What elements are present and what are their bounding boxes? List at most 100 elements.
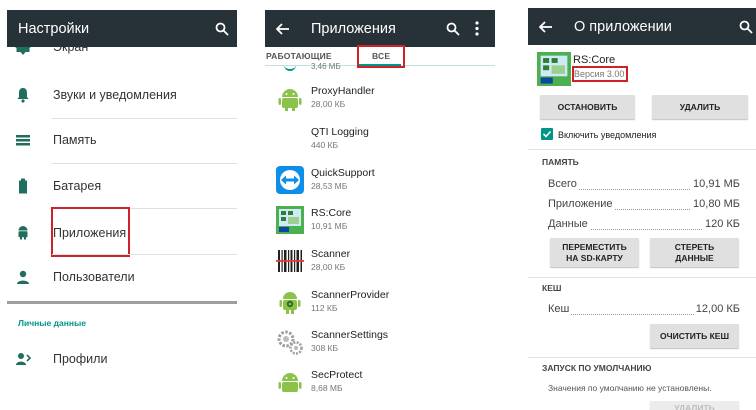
app-size: 112 КБ bbox=[311, 303, 338, 313]
uninstall-button[interactable]: УДАЛИТЬ bbox=[652, 95, 748, 119]
settings-item-users[interactable]: Пользователи bbox=[7, 255, 237, 300]
settings-title-overlay: Настройки bbox=[18, 21, 90, 37]
move-to-sd-button[interactable]: ПЕРЕМЕСТИТЬ НА SD-КАРТУ bbox=[550, 238, 639, 267]
search-icon[interactable] bbox=[446, 22, 460, 36]
memory-label: Всего bbox=[548, 178, 579, 190]
memory-value: 10,91 МБ bbox=[691, 178, 740, 190]
clear-data-label-1: СТЕРЕТЬ bbox=[674, 242, 715, 252]
teamviewer-icon bbox=[276, 166, 304, 194]
memory-row-app: Приложение 10,80 МБ bbox=[548, 198, 740, 212]
cache-row: Кеш 12,00 КБ bbox=[548, 303, 740, 317]
highlight-box-version bbox=[572, 66, 628, 82]
app-item-scannersettings[interactable]: ScannerSettings 308 КБ bbox=[265, 322, 495, 362]
move-to-sd-label-1: ПЕРЕМЕСТИТЬ bbox=[562, 242, 627, 252]
app-size: 10,91 МБ bbox=[311, 221, 348, 231]
android-icon bbox=[278, 373, 302, 392]
settings-item-sounds[interactable]: Звуки и уведомления bbox=[7, 73, 237, 118]
search-icon[interactable] bbox=[215, 22, 229, 36]
notifications-checkbox[interactable] bbox=[541, 128, 553, 140]
app-item-proxyhandler[interactable]: ProxyHandler 28,00 КБ bbox=[265, 78, 495, 118]
memory-row-total: Всего 10,91 МБ bbox=[548, 178, 740, 192]
android-icon bbox=[278, 89, 302, 111]
app-item-scanner[interactable]: Scanner 28,00 КБ bbox=[265, 241, 495, 281]
battery-icon bbox=[19, 178, 27, 194]
settings-item-label: Пользователи bbox=[53, 270, 135, 284]
section-divider bbox=[7, 301, 237, 304]
gears-icon bbox=[277, 330, 303, 355]
divider bbox=[528, 357, 756, 358]
move-to-sd-label-2: НА SD-КАРТУ bbox=[566, 253, 623, 263]
barcode-icon bbox=[276, 250, 304, 272]
settings-item-profiles[interactable]: Профили bbox=[7, 337, 237, 382]
app-item-qti-logging[interactable]: QTI Logging 440 КБ bbox=[265, 119, 495, 159]
app-name: QTI Logging bbox=[311, 126, 369, 138]
back-arrow-icon[interactable] bbox=[539, 21, 553, 33]
tab-running[interactable]: РАБОТАЮЩИЕ bbox=[266, 51, 332, 61]
default-launch-text: Значения по умолчанию не установлены. bbox=[548, 383, 712, 393]
divider bbox=[528, 149, 756, 150]
cache-section-label: КЕШ bbox=[542, 283, 562, 293]
personal-data-section-label: Личные данные bbox=[18, 318, 86, 328]
app-info-screen: О приложении RS:Core Версия 3.00 ОСТАНОВ… bbox=[528, 0, 756, 410]
settings-item-label: Батарея bbox=[53, 179, 102, 193]
apps-toolbar: Приложения bbox=[265, 10, 495, 47]
app-item-quicksupport[interactable]: QuickSupport 28,53 МБ bbox=[265, 160, 495, 200]
memory-label: Данные bbox=[548, 218, 590, 230]
more-vert-icon[interactable] bbox=[475, 21, 479, 36]
settings-item-label: Память bbox=[53, 133, 97, 147]
person-icon bbox=[17, 270, 29, 284]
settings-item-label: Профили bbox=[53, 352, 108, 366]
app-name: Scanner bbox=[311, 248, 351, 260]
settings-screen: Настройки Экран Настройки Звуки и уведом… bbox=[7, 0, 237, 410]
clear-data-button[interactable]: СТЕРЕТЬ ДАННЫЕ bbox=[650, 238, 739, 267]
cache-value: 12,00 КБ bbox=[693, 303, 740, 315]
settings-item-battery[interactable]: Батарея bbox=[7, 164, 237, 209]
app-item-scannerprovider[interactable]: ScannerProvider 112 КБ bbox=[265, 282, 495, 322]
memory-value: 10,80 МБ bbox=[691, 198, 740, 210]
app-size: 28,00 КБ bbox=[311, 99, 346, 109]
app-size: 440 КБ bbox=[311, 140, 339, 150]
app-info-title: О приложении bbox=[574, 19, 672, 35]
app-size: 28,53 МБ bbox=[311, 181, 348, 191]
app-item-rscore[interactable]: RS:Core 10,91 МБ bbox=[265, 200, 495, 240]
bell-icon bbox=[17, 88, 29, 103]
back-arrow-icon[interactable] bbox=[276, 23, 290, 35]
app-name: ScannerSettings bbox=[311, 329, 389, 341]
app-name: QuickSupport bbox=[311, 167, 375, 179]
app-info-name: RS:Core bbox=[573, 54, 616, 66]
settings-toolbar-overlay: Настройки bbox=[7, 10, 237, 47]
partial-app-size: 3,46 МБ bbox=[311, 62, 341, 71]
default-launch-section-label: ЗАПУСК ПО УМОЛЧАНИЮ bbox=[542, 363, 652, 373]
highlight-box-all-tab bbox=[357, 45, 405, 68]
apps-screen: Приложения РАБОТАЮЩИЕ ВСЕ 3,46 МБ ProxyH… bbox=[265, 0, 495, 410]
blank-icon bbox=[276, 125, 304, 153]
app-info-toolbar: О приложении bbox=[528, 8, 756, 45]
app-name: ProxyHandler bbox=[311, 85, 375, 97]
settings-item-label: Звуки и уведомления bbox=[53, 88, 177, 102]
clear-defaults-button[interactable]: УДАЛИТЬ bbox=[650, 401, 739, 410]
rscore-icon bbox=[537, 52, 571, 86]
memory-value: 120 КБ bbox=[702, 218, 740, 230]
app-name: SecProtect bbox=[311, 369, 363, 381]
rscore-icon bbox=[276, 206, 304, 234]
memory-section-label: ПАМЯТЬ bbox=[542, 157, 579, 167]
divider bbox=[528, 277, 756, 278]
app-name: ScannerProvider bbox=[311, 289, 390, 301]
search-icon[interactable] bbox=[739, 20, 753, 34]
android-icon bbox=[18, 226, 28, 240]
clear-data-label-2: ДАННЫЕ bbox=[675, 253, 714, 263]
cache-label: Кеш bbox=[548, 303, 572, 315]
settings-item-storage[interactable]: Память bbox=[7, 118, 237, 163]
force-stop-button[interactable]: ОСТАНОВИТЬ bbox=[540, 95, 635, 119]
profiles-icon bbox=[16, 353, 31, 365]
memory-row-data: Данные 120 КБ bbox=[548, 218, 740, 232]
app-item-secprotect[interactable]: SecProtect 8,68 МБ bbox=[265, 362, 495, 402]
partial-app-icon bbox=[284, 64, 296, 71]
app-size: 308 КБ bbox=[311, 343, 339, 353]
app-name: RS:Core bbox=[311, 207, 352, 219]
app-size: 8,68 МБ bbox=[311, 383, 343, 393]
storage-icon bbox=[16, 135, 30, 146]
memory-label: Приложение bbox=[548, 198, 615, 210]
notifications-label: Включить уведомления bbox=[558, 130, 657, 140]
clear-cache-button[interactable]: ОЧИСТИТЬ КЕШ bbox=[650, 324, 739, 348]
